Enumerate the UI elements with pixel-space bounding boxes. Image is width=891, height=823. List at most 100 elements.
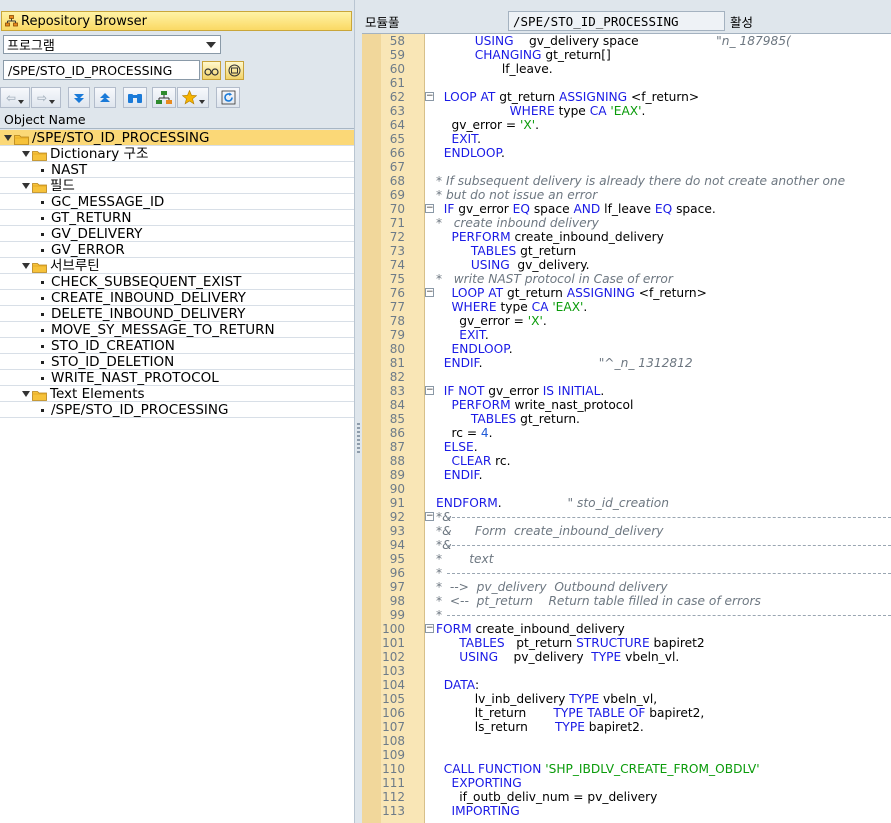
tree-leaf-node[interactable]: STO_ID_CREATION (0, 338, 354, 354)
collapse-all-button[interactable] (94, 87, 116, 108)
collapse-block-icon[interactable]: − (425, 386, 434, 395)
code-line[interactable]: 85 TABLES gt_return. (362, 412, 891, 426)
repository-browser-header[interactable]: Repository Browser (1, 11, 352, 31)
code-line[interactable]: 60 lf_leave. (362, 62, 891, 76)
code-line[interactable]: 62 − LOOP AT gt_return ASSIGNING <f_retur… (362, 90, 891, 104)
expand-triangle-icon[interactable] (22, 391, 30, 397)
code-line[interactable]: 96 * (362, 566, 891, 580)
display-glasses-button[interactable] (202, 61, 221, 80)
code-line[interactable]: 63 WHERE type CA 'EAX'. (362, 104, 891, 118)
tree-leaf-node[interactable]: GV_ERROR (0, 242, 354, 258)
code-line[interactable]: 79 EXIT. (362, 328, 891, 342)
code-line[interactable]: 77 WHERE type CA 'EAX'. (362, 300, 891, 314)
tree-leaf-node[interactable]: /SPE/STO_ID_PROCESSING (0, 402, 354, 418)
code-line[interactable]: 73 TABLES gt_return (362, 244, 891, 258)
code-line[interactable]: 87 ELSE. (362, 440, 891, 454)
expand-triangle-icon[interactable] (4, 135, 12, 141)
code-line[interactable]: 64 gv_error = 'X'. (362, 118, 891, 132)
code-line[interactable]: 86 rc = 4. (362, 426, 891, 440)
code-line[interactable]: 105 lv_inb_delivery TYPE vbeln_vl, (362, 692, 891, 706)
tree-leaf-node[interactable]: STO_ID_DELETION (0, 354, 354, 370)
tree-folder-node[interactable]: Text Elements (0, 386, 354, 402)
forward-button[interactable]: ⇨ (31, 87, 61, 108)
code-line[interactable]: 102 USING pv_delivery TYPE vbeln_vl. (362, 650, 891, 664)
expand-triangle-icon[interactable] (22, 263, 30, 269)
code-line[interactable]: 91 ENDFORM. " sto_id_creation (362, 496, 891, 510)
collapse-block-icon[interactable]: − (425, 204, 434, 213)
hierarchy-button[interactable] (152, 87, 176, 108)
tree-leaf-node[interactable]: MOVE_SY_MESSAGE_TO_RETURN (0, 322, 354, 338)
code-line[interactable]: 88 CLEAR rc. (362, 454, 891, 468)
code-line[interactable]: 71 * create inbound delivery (362, 216, 891, 230)
code-line[interactable]: 89 ENDIF. (362, 468, 891, 482)
code-line[interactable]: 68 * If subsequent delivery is already th… (362, 174, 891, 188)
object-name-input[interactable]: /SPE/STO_ID_PROCESSING (3, 60, 200, 80)
code-line[interactable]: 100 − FORM create_inbound_delivery (362, 622, 891, 636)
code-line[interactable]: 112 if_outb_deliv_num = pv_delivery (362, 790, 891, 804)
tree-leaf-node[interactable]: NAST (0, 162, 354, 178)
code-line[interactable]: 81 ENDIF. "^_n_ 1312812 (362, 356, 891, 370)
tree-leaf-node[interactable]: CREATE_INBOUND_DELIVERY (0, 290, 354, 306)
tree-folder-node[interactable]: 서브루틴 (0, 258, 354, 274)
code-line[interactable]: 78 gv_error = 'X'. (362, 314, 891, 328)
code-line[interactable]: 97 * --> pv_delivery Outbound delivery (362, 580, 891, 594)
tree-folder-node[interactable]: Dictionary 구조 (0, 146, 354, 162)
code-line[interactable]: 76 − LOOP AT gt_return ASSIGNING <f_retur… (362, 286, 891, 300)
code-line[interactable]: 61 (362, 76, 891, 90)
program-name-field[interactable]: /SPE/STO_ID_PROCESSING (508, 11, 725, 31)
code-line[interactable]: 92− *& (362, 510, 891, 524)
code-line[interactable]: 69 * but do not issue an error (362, 188, 891, 202)
code-line[interactable]: 95 * text (362, 552, 891, 566)
code-line[interactable]: 75 * write NAST protocol in Case of error (362, 272, 891, 286)
code-line[interactable]: 66 ENDLOOP. (362, 146, 891, 160)
code-line[interactable]: 98 * <-- pt_return Return table filled in… (362, 594, 891, 608)
code-line[interactable]: 59 CHANGING gt_return[] (362, 48, 891, 62)
code-line[interactable]: 70 − IF gv_error EQ space AND lf_leave EQ… (362, 202, 891, 216)
code-line[interactable]: 94 *& (362, 538, 891, 552)
code-line[interactable]: 110 CALL FUNCTION 'SHP_IBDLV_CREATE_FROM… (362, 762, 891, 776)
object-type-dropdown[interactable]: 프로그램 (3, 35, 221, 54)
code-line[interactable]: 107 ls_return TYPE bapiret2. (362, 720, 891, 734)
code-line[interactable]: 93 *& Form create_inbound_delivery (362, 524, 891, 538)
expand-triangle-icon[interactable] (22, 183, 30, 189)
code-line[interactable]: 103 (362, 664, 891, 678)
tree-leaf-node[interactable]: CHECK_SUBSEQUENT_EXIST (0, 274, 354, 290)
code-line[interactable]: 65 EXIT. (362, 132, 891, 146)
code-line[interactable]: 72 PERFORM create_inbound_delivery (362, 230, 891, 244)
object-name-column-header[interactable]: Object Name (0, 111, 354, 129)
refresh-button[interactable] (216, 87, 240, 108)
code-line[interactable]: 67 (362, 160, 891, 174)
code-line[interactable]: 80 ENDLOOP. (362, 342, 891, 356)
code-line[interactable]: 84 PERFORM write_nast_protocol (362, 398, 891, 412)
code-line[interactable]: 106 lt_return TYPE TABLE OF bapiret2, (362, 706, 891, 720)
collapse-block-icon[interactable]: − (425, 288, 434, 297)
tree-folder-node[interactable]: /SPE/STO_ID_PROCESSING (0, 130, 354, 146)
collapse-block-icon[interactable]: − (425, 92, 434, 101)
tree-leaf-node[interactable]: DELETE_INBOUND_DELIVERY (0, 306, 354, 322)
expand-all-button[interactable] (68, 87, 90, 108)
tree-leaf-node[interactable]: WRITE_NAST_PROTOCOL (0, 370, 354, 386)
code-line[interactable]: 99 * (362, 608, 891, 622)
pane-splitter[interactable] (354, 0, 362, 823)
collapse-block-icon[interactable]: − (425, 624, 434, 633)
code-line[interactable]: 101 TABLES pt_return STRUCTURE bapiret2 (362, 636, 891, 650)
favorites-button[interactable] (177, 87, 209, 108)
code-line[interactable]: 82 (362, 370, 891, 384)
code-editor[interactable]: 58 USING gv_delivery space "n_ 187985(59… (362, 33, 891, 823)
code-line[interactable]: 113 IMPORTING (362, 804, 891, 818)
code-line[interactable]: 109 (362, 748, 891, 762)
code-line[interactable]: 104 DATA: (362, 678, 891, 692)
find-button[interactable] (123, 87, 147, 108)
code-line[interactable]: 108 (362, 734, 891, 748)
collapse-block-icon[interactable]: − (425, 512, 434, 521)
code-line[interactable]: 90 (362, 482, 891, 496)
expand-triangle-icon[interactable] (22, 151, 30, 157)
code-line[interactable]: 58 USING gv_delivery space "n_ 187985( (362, 34, 891, 48)
tree-leaf-node[interactable]: GC_MESSAGE_ID (0, 194, 354, 210)
code-line[interactable]: 111 EXPORTING (362, 776, 891, 790)
new-window-button[interactable] (225, 61, 244, 80)
code-line[interactable]: 74 USING gv_delivery. (362, 258, 891, 272)
tree-folder-node[interactable]: 필드 (0, 178, 354, 194)
back-button[interactable]: ⇦ (0, 87, 30, 108)
tree-leaf-node[interactable]: GV_DELIVERY (0, 226, 354, 242)
